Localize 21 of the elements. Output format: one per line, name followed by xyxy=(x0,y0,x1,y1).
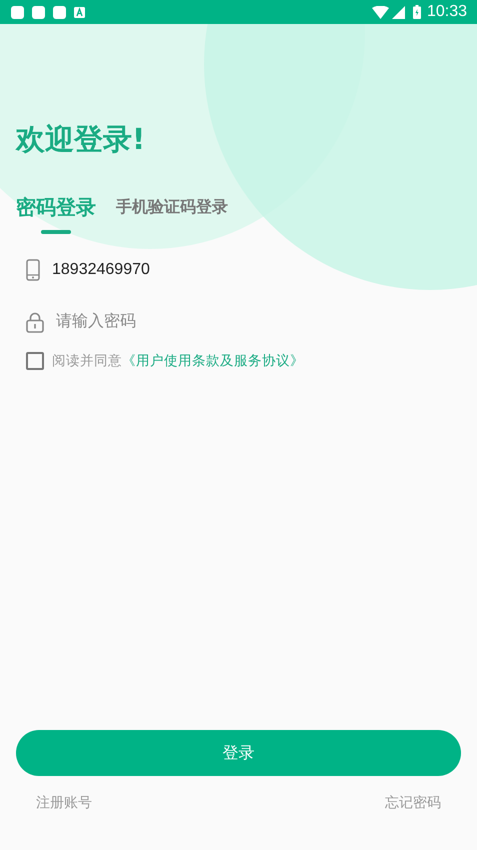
terms-link[interactable]: 《用户使用条款及服务协议》 xyxy=(122,353,304,369)
forgot-password-link[interactable]: 忘记密码 xyxy=(385,794,441,812)
notification-icon xyxy=(11,6,24,18)
notification-icon xyxy=(32,6,45,18)
wifi-icon xyxy=(372,6,389,18)
login-tab[interactable]: 手机验证码登录 xyxy=(116,192,228,234)
signal-icon xyxy=(392,6,405,18)
phone-icon xyxy=(26,259,40,281)
phone-field[interactable]: 18932469970 xyxy=(52,258,312,282)
keyboard-icon xyxy=(74,6,85,18)
agreement-checkbox[interactable] xyxy=(26,352,44,370)
notification-icon xyxy=(53,6,66,18)
login-button[interactable]: 登录 xyxy=(16,730,461,776)
password-field[interactable]: 请输入密码 xyxy=(56,310,316,334)
battery-icon xyxy=(412,5,421,19)
login-tab[interactable]: 密码登录 xyxy=(16,192,96,234)
agreement-text: 阅读并同意《用户使用条款及服务协议》 xyxy=(52,352,304,370)
welcome-title: 欢迎登录! xyxy=(16,121,146,158)
status-time: 10:33 xyxy=(426,3,467,21)
lock-icon xyxy=(26,312,44,332)
register-link[interactable]: 注册账号 xyxy=(36,794,92,812)
